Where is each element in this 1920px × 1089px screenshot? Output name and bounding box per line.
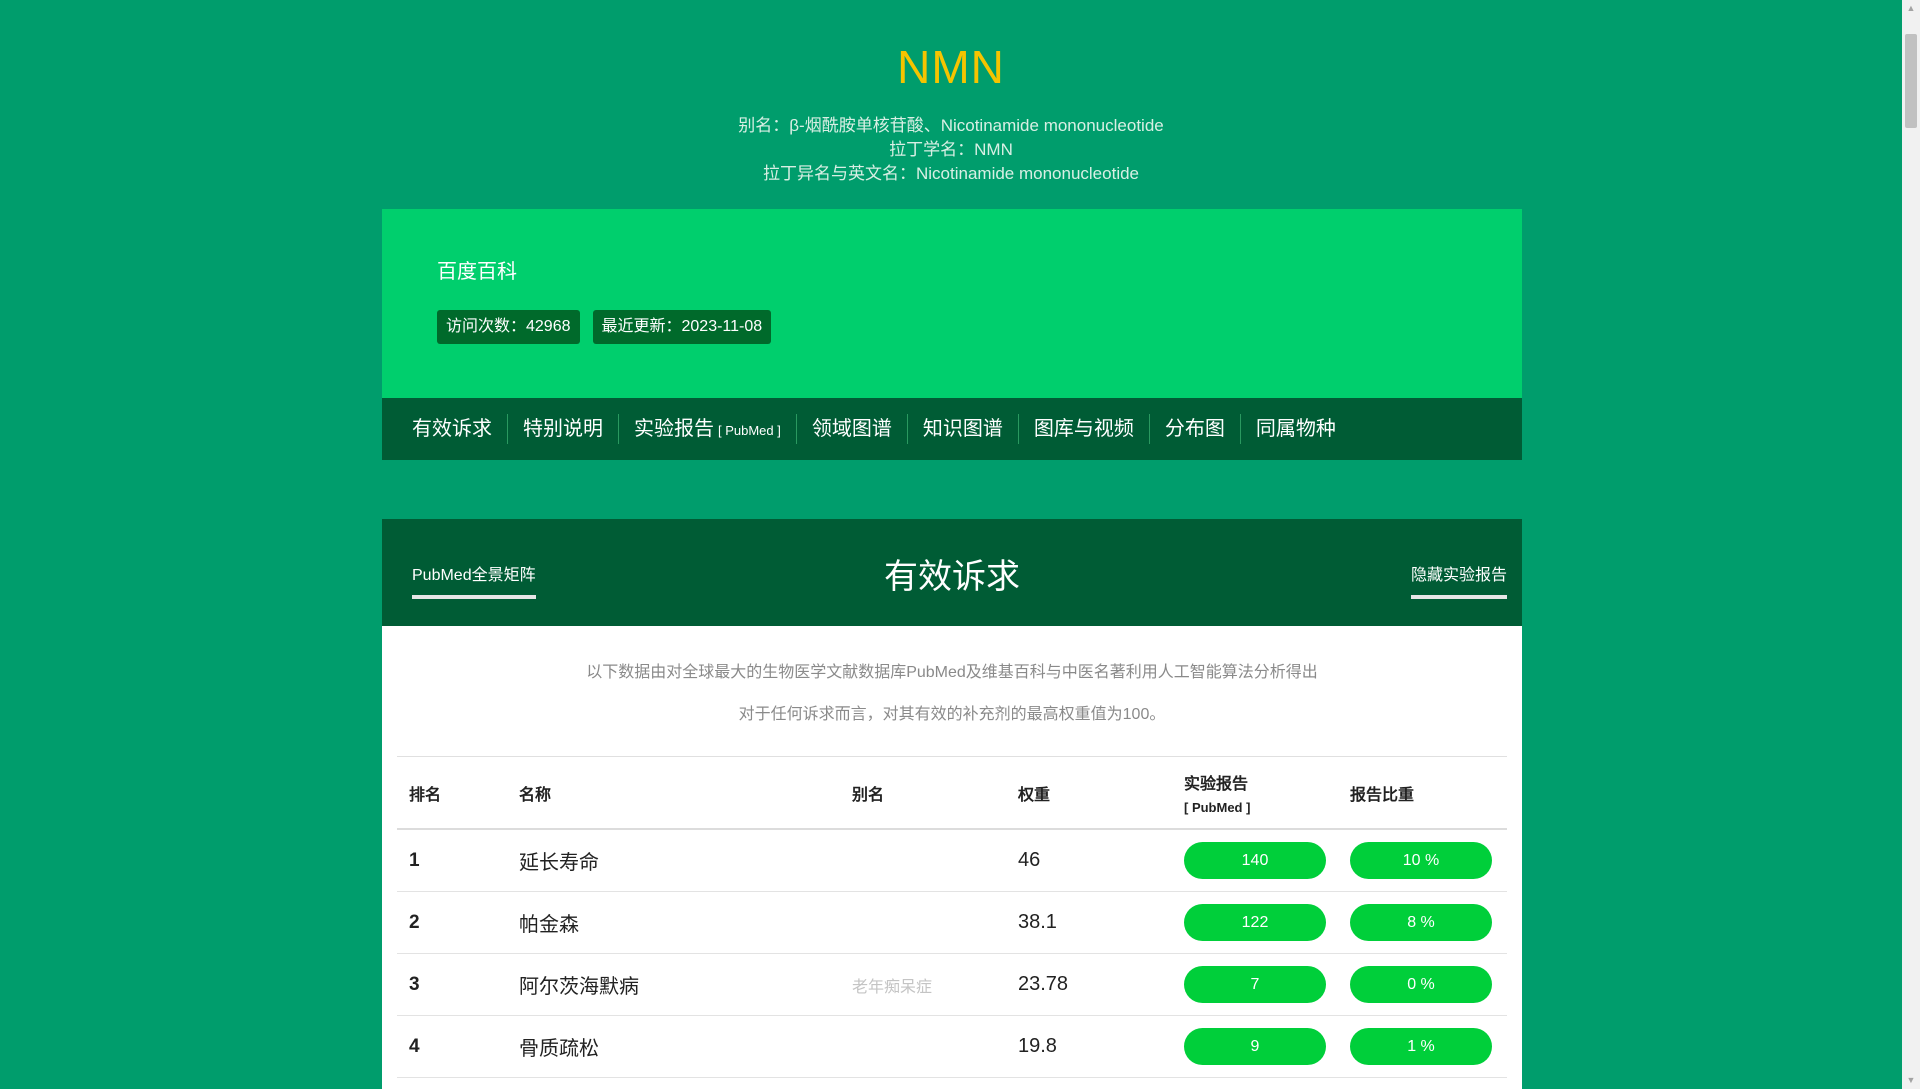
table-row: 1 延长寿命 46 140 10 %: [397, 830, 1507, 892]
nav-item-gallery[interactable]: 图库与视频: [1017, 414, 1149, 444]
row-reports-cell: 9: [1172, 1028, 1338, 1065]
nav-item-knowledge-graph[interactable]: 知识图谱: [906, 414, 1018, 444]
scroll-thumb[interactable]: [1905, 34, 1917, 128]
row-name[interactable]: 延长寿命: [507, 846, 840, 875]
row-rank: 4: [409, 1035, 420, 1057]
row-rank: 3: [409, 973, 420, 995]
row-weight: 19.8: [1018, 1035, 1057, 1057]
row-name[interactable]: 帕金森: [507, 908, 840, 937]
page-scrollbar[interactable]: ▲ ▼: [1902, 0, 1920, 1089]
section-content: 以下数据由对全球最大的生物医学文献数据库PubMed及维基百科与中医名著利用人工…: [382, 626, 1522, 1089]
claims-table: 排名 名称 别名 权重 实验报告 [ PubMed ] 报告比重 1 延长寿命 …: [397, 756, 1507, 1078]
row-rank: 1: [409, 849, 420, 871]
row-weight: 46: [1018, 849, 1041, 871]
info-panel: 百度百科 访问次数：42968 最近更新：2023-11-08: [382, 209, 1522, 398]
latin-name-line: 拉丁学名：NMN: [889, 140, 1013, 159]
alias-line: 别名：β-烟酰胺单核苷酸、Nicotinamide mononucleotide: [738, 116, 1164, 135]
header-name: 名称: [519, 786, 552, 804]
nav-label: 知识图谱: [922, 418, 1003, 440]
nav-label: 实验报告: [634, 418, 714, 440]
section-nav: 有效诉求 特别说明 实验报告 [ PubMed ] 领域图谱 知识图谱 图库与视频…: [382, 398, 1522, 460]
hide-reports-tab[interactable]: 隐藏实验报告: [1410, 561, 1507, 599]
section-header: PubMed全景矩阵 有效诉求 隐藏实验报告: [382, 519, 1522, 626]
latin-alt-line: 拉丁异名与英文名：Nicotinamide mononucleotide: [762, 164, 1140, 183]
table-row: 2 帕金森 38.1 122 8 %: [397, 892, 1507, 954]
nav-item-related-species[interactable]: 同属物种: [1239, 414, 1351, 444]
reports-count-button[interactable]: 9: [1184, 1028, 1326, 1065]
nav-label: 有效诉求: [412, 418, 492, 440]
description-line-2: 对于任何诉求而言，对其有效的补充剂的最高权重值为100。: [738, 706, 1166, 723]
row-reports-cell: 140: [1172, 842, 1338, 879]
table-row: 4 骨质疏松 19.8 9 1 %: [397, 1016, 1507, 1078]
ratio-button[interactable]: 1 %: [1350, 1028, 1492, 1065]
header-weight: 权重: [1018, 786, 1051, 804]
nav-item-reports[interactable]: 实验报告 [ PubMed ]: [618, 414, 796, 444]
nav-item-domain-map[interactable]: 领域图谱: [795, 414, 907, 444]
reports-count-button[interactable]: 140: [1184, 842, 1326, 879]
row-ratio-cell: 1 %: [1338, 1028, 1507, 1065]
reports-count-button[interactable]: 7: [1184, 966, 1326, 1003]
nav-label: 分布图: [1164, 418, 1225, 440]
nav-item-distribution[interactable]: 分布图: [1148, 414, 1240, 444]
nav-label: 图库与视频: [1033, 418, 1134, 440]
page-title: NMN: [897, 41, 1005, 93]
updated-badge: 最近更新：2023-11-08: [592, 310, 772, 344]
ratio-button[interactable]: 0 %: [1350, 966, 1492, 1003]
table-header: 排名 名称 别名 权重 实验报告 [ PubMed ] 报告比重: [397, 757, 1507, 830]
row-ratio-cell: 10 %: [1338, 842, 1507, 879]
header-reports-label: 实验报告: [1184, 776, 1249, 793]
nav-item-notes[interactable]: 特别说明: [507, 414, 618, 444]
row-ratio-cell: 8 %: [1338, 904, 1507, 941]
row-weight: 23.78: [1018, 973, 1069, 995]
pubmed-tag: [ PubMed ]: [718, 423, 781, 438]
header-ratio: 报告比重: [1350, 786, 1415, 804]
ratio-button[interactable]: 10 %: [1350, 842, 1492, 879]
row-reports-cell: 122: [1172, 904, 1338, 941]
row-reports-cell: 7: [1172, 966, 1338, 1003]
row-ratio-cell: 0 %: [1338, 966, 1507, 1003]
row-name[interactable]: 骨质疏松: [507, 1032, 840, 1061]
stats-badges: 访问次数：42968 最近更新：2023-11-08: [437, 310, 772, 344]
header-reports: 实验报告 [ PubMed ]: [1172, 770, 1338, 815]
scroll-down-arrow-icon[interactable]: ▼: [1902, 1072, 1920, 1089]
nav-label: 领域图谱: [811, 418, 892, 440]
alias-block: 别名：β-烟酰胺单核苷酸、Nicotinamide mononucleotide…: [0, 114, 1902, 186]
scroll-up-arrow-icon[interactable]: ▲: [1902, 0, 1920, 17]
row-name[interactable]: 阿尔茨海默病: [507, 970, 840, 999]
description: 以下数据由对全球最大的生物医学文献数据库PubMed及维基百科与中医名著利用人工…: [382, 626, 1522, 724]
header-reports-sub: [ PubMed ]: [1184, 800, 1251, 815]
visits-badge: 访问次数：42968: [437, 310, 580, 344]
header-alias: 别名: [852, 786, 885, 804]
reports-count-button[interactable]: 122: [1184, 904, 1326, 941]
header: NMN 别名：β-烟酰胺单核苷酸、Nicotinamide mononucleo…: [0, 0, 1902, 186]
source-link[interactable]: 百度百科: [437, 255, 517, 284]
section-title: 有效诉求: [884, 558, 1020, 596]
nav-label: 同属物种: [1255, 418, 1336, 440]
row-rank: 2: [409, 911, 420, 933]
ratio-button[interactable]: 8 %: [1350, 904, 1492, 941]
nav-label: 特别说明: [523, 418, 603, 440]
page: NMN 别名：β-烟酰胺单核苷酸、Nicotinamide mononucleo…: [0, 0, 1920, 1089]
row-alias: 老年痴呆症: [852, 978, 933, 996]
table-row: 3 阿尔茨海默病 老年痴呆症 23.78 7 0 %: [397, 954, 1507, 1016]
row-weight: 38.1: [1018, 911, 1057, 933]
description-line-1: 以下数据由对全球最大的生物医学文献数据库PubMed及维基百科与中医名著利用人工…: [586, 664, 1318, 681]
header-rank: 排名: [409, 786, 442, 804]
nav-item-claims[interactable]: 有效诉求: [412, 414, 507, 444]
